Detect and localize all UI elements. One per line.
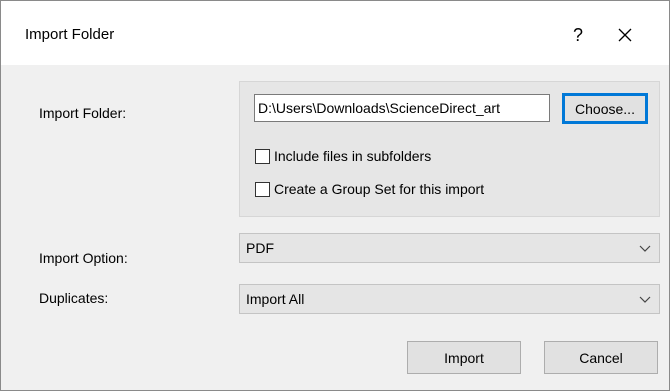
import-folder-dialog: Import Folder ? Import Folder: D:\Users\…	[0, 0, 670, 391]
folder-path-input[interactable]: D:\Users\Downloads\ScienceDirect_art	[254, 94, 550, 122]
close-button[interactable]	[605, 15, 645, 55]
create-group-set-checkbox[interactable]	[255, 181, 270, 197]
create-group-set-option[interactable]: Create a Group Set for this import	[255, 181, 484, 197]
title-bar: Import Folder ?	[1, 1, 669, 65]
dialog-title: Import Folder	[25, 26, 115, 43]
import-option-value: PDF	[246, 240, 274, 256]
create-group-set-label: Create a Group Set for this import	[274, 181, 485, 197]
include-subfolders-option[interactable]: Include files in subfolders	[255, 148, 431, 164]
import-button-label: Import	[444, 349, 484, 366]
import-folder-label: Import Folder:	[39, 105, 127, 121]
include-subfolders-label: Include files in subfolders	[274, 148, 432, 164]
close-icon	[618, 28, 632, 42]
include-subfolders-checkbox[interactable]	[255, 148, 270, 164]
help-button[interactable]: ?	[561, 15, 595, 55]
chevron-down-icon	[639, 245, 651, 252]
import-option-label: Import Option:	[39, 250, 128, 266]
import-option-select[interactable]: PDF	[239, 233, 660, 263]
cancel-button[interactable]: Cancel	[544, 341, 658, 374]
help-icon: ?	[572, 24, 583, 45]
cancel-button-label: Cancel	[579, 349, 623, 366]
duplicates-label: Duplicates:	[39, 290, 109, 306]
chevron-down-icon	[639, 296, 651, 303]
duplicates-value: Import All	[246, 291, 305, 307]
choose-button-label: Choose...	[575, 100, 635, 117]
duplicates-select[interactable]: Import All	[239, 284, 660, 314]
import-button[interactable]: Import	[407, 341, 521, 374]
choose-button[interactable]: Choose...	[562, 93, 648, 124]
